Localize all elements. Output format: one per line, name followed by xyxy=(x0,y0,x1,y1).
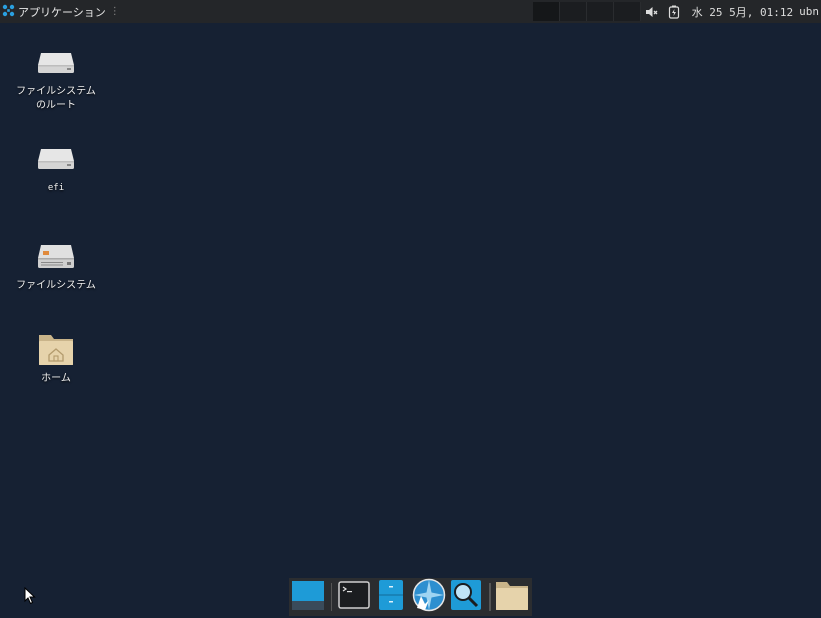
top-panel: アプリケーション ⋮ 水 25 5月, 01:12 ubn xyxy=(0,0,821,23)
harddisk-icon xyxy=(36,236,76,276)
system-tray: 水 25 5月, 01:12 ubn xyxy=(644,0,821,23)
folder-icon xyxy=(495,579,529,615)
user-menu[interactable]: ubn xyxy=(799,5,819,18)
app-finder-button[interactable] xyxy=(449,579,484,615)
desktop-icon-home[interactable]: ホーム xyxy=(16,329,96,386)
workspace-3[interactable] xyxy=(587,2,614,21)
desktop-icon-label: ファイルシステムのルート xyxy=(16,86,96,111)
file-manager-icon xyxy=(378,579,404,615)
clock[interactable]: 水 25 5月, 01:12 xyxy=(692,4,793,20)
drive-icon xyxy=(36,42,76,82)
web-browser-button[interactable] xyxy=(412,578,447,616)
home-folder-icon xyxy=(36,329,76,369)
mouse-cursor-icon xyxy=(24,586,36,609)
workspace-switcher[interactable] xyxy=(533,2,641,21)
desktop-icon-label: ホーム xyxy=(41,373,71,384)
desktop-icon-filesystem-root[interactable]: ファイルシステムのルート xyxy=(16,42,96,113)
desktop-icon-label: efi xyxy=(47,183,65,193)
show-desktop-button[interactable] xyxy=(291,579,326,615)
workspace-2[interactable] xyxy=(560,2,587,21)
battery-charging-icon[interactable] xyxy=(666,4,682,20)
dock-separator xyxy=(330,583,333,611)
xfce-logo-icon xyxy=(2,4,15,20)
volume-muted-icon[interactable] xyxy=(644,4,660,20)
web-browser-icon xyxy=(412,578,446,616)
applications-menu-label: アプリケーション xyxy=(18,5,106,19)
workspace-4[interactable] xyxy=(614,2,641,21)
workspace-1[interactable] xyxy=(533,2,560,21)
applications-menu-button[interactable]: アプリケーション ⋮ xyxy=(2,0,124,23)
search-icon xyxy=(450,579,482,615)
terminal-button[interactable] xyxy=(336,579,371,615)
terminal-icon xyxy=(337,581,370,613)
panel-handle-icon: ⋮ xyxy=(109,6,120,17)
desktop-icon-label: ファイルシステム xyxy=(16,280,96,291)
dock-separator xyxy=(488,583,491,611)
drive-icon xyxy=(36,138,76,178)
file-manager-button[interactable] xyxy=(374,579,409,615)
dock xyxy=(289,578,532,616)
folder-button[interactable] xyxy=(495,579,530,615)
desktop-icon-filesystem[interactable]: ファイルシステム xyxy=(16,236,96,293)
desktop-icon-efi[interactable]: efi xyxy=(16,138,96,195)
show-desktop-icon xyxy=(291,579,325,615)
